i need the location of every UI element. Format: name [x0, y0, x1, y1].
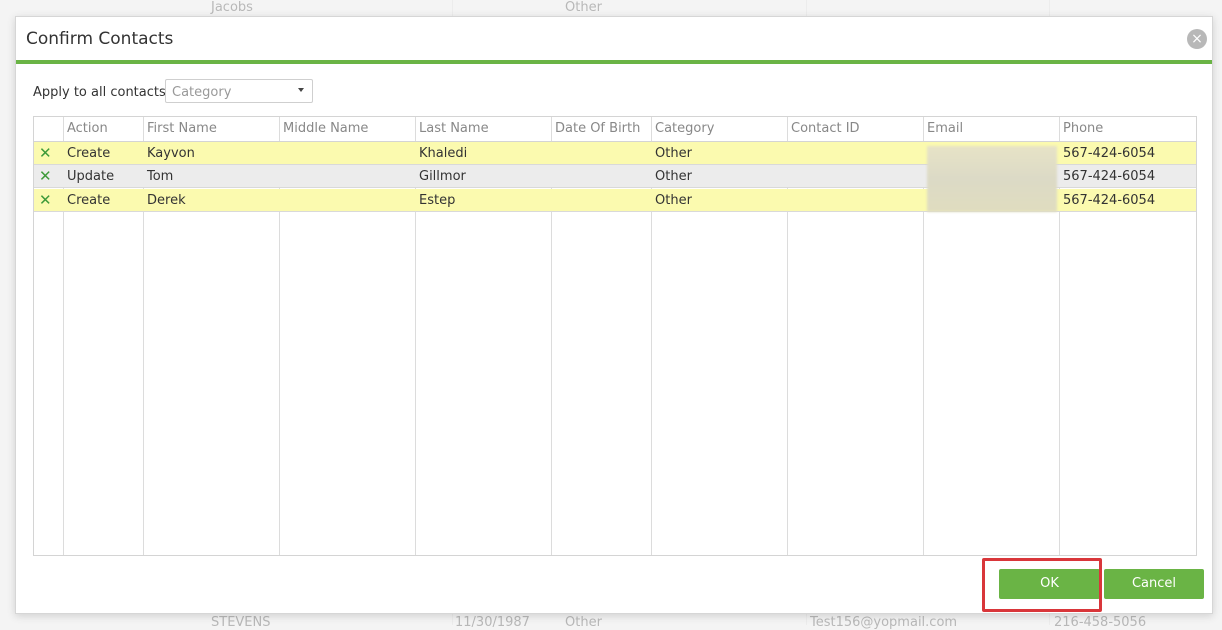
dialog-title: Confirm Contacts	[26, 29, 174, 49]
redacted-email-block	[927, 146, 1057, 212]
bg-phone: 216-458-5056	[1054, 615, 1147, 630]
confirm-contacts-dialog: Confirm Contacts × Apply to all contacts…	[15, 16, 1213, 614]
cell-phone: 567-424-6054	[1063, 193, 1156, 208]
contacts-grid: Action First Name Middle Name Last Name …	[33, 116, 1197, 556]
remove-icon[interactable]: ✕	[39, 142, 52, 165]
cell-first-name: Tom	[147, 169, 174, 184]
bg-email: Test156@yopmail.com	[810, 615, 958, 630]
bg-last-name: Jacobs	[211, 0, 253, 15]
bg-category: Other	[565, 615, 602, 630]
title-divider	[16, 60, 1212, 64]
cell-action: Update	[67, 169, 115, 184]
column-header-last-name[interactable]: Last Name	[416, 117, 551, 141]
cell-last-name: Estep	[419, 193, 456, 208]
column-header-category[interactable]: Category	[652, 117, 787, 141]
ok-button[interactable]: OK	[999, 569, 1100, 599]
cell-category: Other	[655, 169, 692, 184]
column-header-middle-name[interactable]: Middle Name	[280, 117, 415, 141]
cell-last-name: Gillmor	[419, 169, 466, 184]
column-header-action[interactable]: Action	[64, 117, 143, 141]
column-header-contact-id[interactable]: Contact ID	[788, 117, 923, 141]
remove-icon[interactable]: ✕	[39, 165, 52, 188]
category-select[interactable]: Category	[165, 79, 313, 103]
remove-icon[interactable]: ✕	[39, 189, 52, 212]
bg-last-name: STEVENS	[211, 615, 271, 630]
bg-dob: 11/30/1987	[455, 615, 530, 630]
apply-to-all-label: Apply to all contacts:	[33, 85, 171, 100]
bg-category: Other	[565, 0, 602, 15]
cell-category: Other	[655, 146, 692, 161]
cell-first-name: Derek	[147, 193, 186, 208]
cell-action: Create	[67, 193, 111, 208]
grid-header: Action First Name Middle Name Last Name …	[34, 117, 1196, 142]
column-header-first-name[interactable]: First Name	[144, 117, 279, 141]
column-header-date-of-birth[interactable]: Date Of Birth	[552, 117, 651, 141]
column-header-phone[interactable]: Phone	[1060, 117, 1196, 141]
cancel-button[interactable]: Cancel	[1104, 569, 1204, 599]
cell-action: Create	[67, 146, 111, 161]
column-header-email[interactable]: Email	[924, 117, 1059, 141]
cell-phone: 567-424-6054	[1063, 169, 1156, 184]
caret-down-icon	[298, 88, 304, 92]
close-icon[interactable]: ×	[1187, 29, 1207, 49]
cell-first-name: Kayvon	[147, 146, 195, 161]
cell-phone: 567-424-6054	[1063, 146, 1156, 161]
cell-category: Other	[655, 193, 692, 208]
cell-last-name: Khaledi	[419, 146, 468, 161]
category-select-value: Category	[172, 85, 232, 100]
